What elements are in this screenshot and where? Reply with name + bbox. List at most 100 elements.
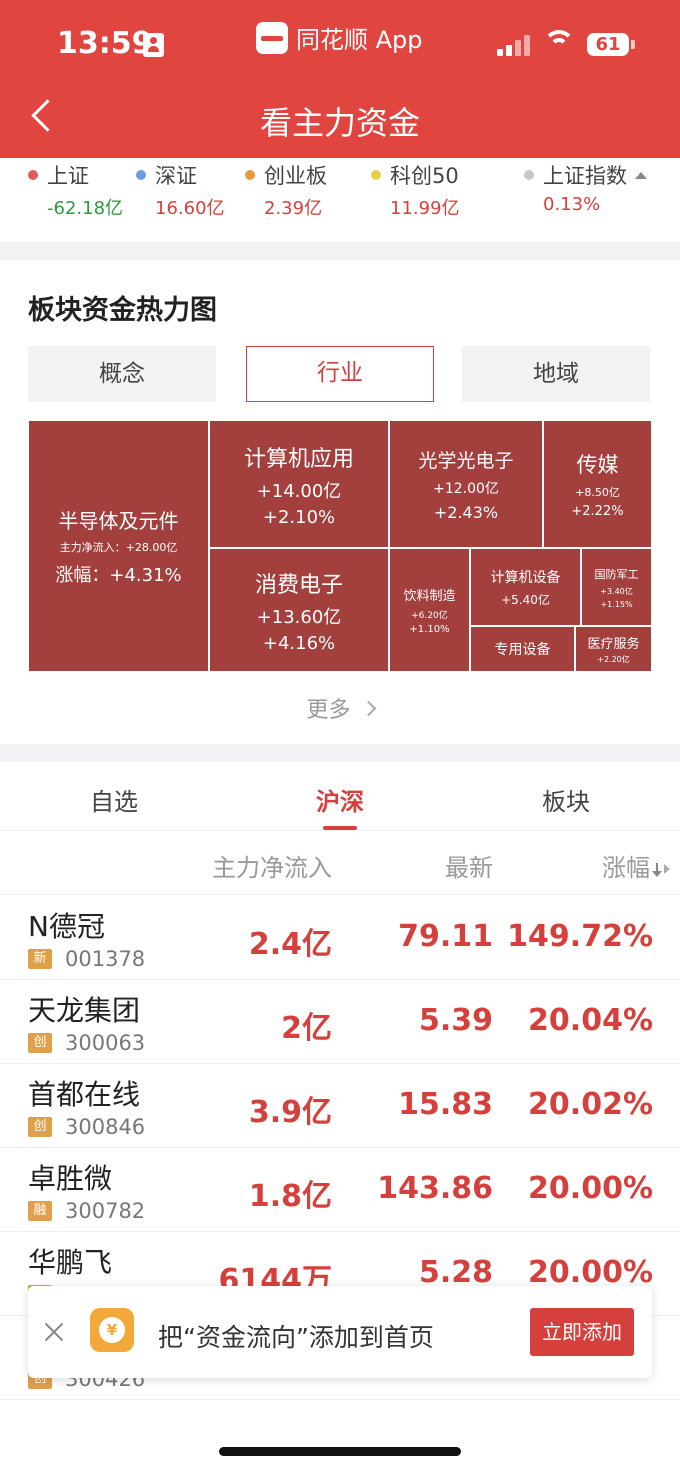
more-link[interactable]: 更多 <box>0 692 680 724</box>
stock-change: 20.00% <box>528 1171 653 1206</box>
tile-media[interactable]: 传媒 +8.50亿 +2.22% <box>543 420 652 548</box>
tab-concept[interactable]: 概念 <box>28 346 216 402</box>
tab-shanghai-shenzhen[interactable]: 沪深 <box>270 782 410 817</box>
index-item-shenzhen[interactable]: 深证 16.60亿 <box>136 158 225 220</box>
tile-flow: 主力净流入：+28.00亿 <box>59 541 178 554</box>
tile-name: 计算机设备 <box>490 569 561 586</box>
column-header-change-label: 涨幅 <box>602 854 650 882</box>
tile-name: 国防军工 <box>594 567 639 581</box>
index-name: 深证 <box>155 164 197 188</box>
table-row[interactable]: 首都在线 创 300846 3.9亿 15.83 20.02% <box>0 1063 680 1148</box>
tile-defense[interactable]: 国防军工 +3.40亿 +1.15% <box>581 548 652 626</box>
stock-change: 20.02% <box>528 1087 653 1122</box>
index-value: 16.60亿 <box>155 198 225 219</box>
stock-price: 5.28 <box>418 1255 493 1290</box>
table-row[interactable]: N德冠 新 001378 2.4亿 79.11 149.72% <box>0 895 680 980</box>
tile-special-equipment[interactable]: 专用设备 <box>470 626 575 672</box>
tile-semiconductor[interactable]: 半导体及元件 主力净流入：+28.00亿 涨幅：+4.31% <box>28 420 209 672</box>
yuan-glyph: ¥ <box>99 1317 125 1343</box>
market-tabs: 自选 沪深 板块 <box>0 762 680 831</box>
column-header-price[interactable]: 最新 <box>445 848 493 883</box>
tile-change: +1.15% <box>600 599 633 609</box>
table-row[interactable]: 天龙集团 创 300063 2亿 5.39 20.04% <box>0 979 680 1064</box>
add-now-button[interactable]: 立即添加 <box>530 1308 634 1356</box>
index-dot <box>28 170 38 180</box>
stock-name: 天龙集团 <box>28 994 141 1027</box>
battery-icon: 61 <box>587 33 629 56</box>
add-to-home-banner: ¥ 把“资金流向”添加到首页 立即添加 <box>28 1286 652 1378</box>
stock-net-flow: 2亿 <box>281 1011 332 1046</box>
tile-beverage[interactable]: 饮料制造 +6.20亿 +1.10% <box>389 548 470 672</box>
wifi-icon <box>543 30 575 54</box>
index-dot <box>136 170 146 180</box>
tile-computer-equipment[interactable]: 计算机设备 +5.40亿 <box>470 548 581 626</box>
stock-price: 5.39 <box>418 1003 493 1038</box>
stock-badge: 融 <box>28 1201 52 1221</box>
chevron-right-icon <box>360 700 376 716</box>
index-item-shanghai[interactable]: 上证 -62.18亿 <box>28 158 123 220</box>
index-name: 上证 <box>47 164 89 188</box>
close-icon[interactable] <box>42 1320 66 1344</box>
stock-net-flow: 3.9亿 <box>248 1095 332 1130</box>
status-app-label: 同花顺 App <box>296 26 423 54</box>
tile-name: 饮料制造 <box>403 589 456 604</box>
tile-flow: +12.00亿 <box>433 481 499 497</box>
stock-change: 20.00% <box>528 1255 653 1290</box>
stock-badge: 创 <box>28 1033 52 1053</box>
sort-desc-icon <box>652 863 662 877</box>
tile-computer-application[interactable]: 计算机应用 +14.00亿 +2.10% <box>209 420 389 548</box>
index-item-chinext[interactable]: 创业板 2.39亿 <box>245 158 327 220</box>
tile-name: 计算机应用 <box>243 446 354 472</box>
cell-signal-icon <box>497 34 531 56</box>
more-label: 更多 <box>306 698 351 723</box>
active-tab-indicator <box>323 826 357 830</box>
index-value: 2.39亿 <box>264 198 323 219</box>
index-name: 创业板 <box>264 164 327 188</box>
stock-name: 首都在线 <box>28 1078 141 1111</box>
stock-change: 149.72% <box>507 919 653 954</box>
stock-price: 15.83 <box>398 1087 493 1122</box>
index-value: 11.99亿 <box>390 198 460 219</box>
tile-flow: +5.40亿 <box>501 592 550 607</box>
scroll-right-icon <box>664 864 670 874</box>
status-app-indicator[interactable]: 同花顺 App <box>256 20 423 55</box>
tile-change: +1.10% <box>409 624 450 635</box>
tile-flow: +13.60亿 <box>256 606 342 628</box>
app-header: 13:59 同花顺 App 61 看主力资金 <box>0 0 680 158</box>
index-dot <box>245 170 255 180</box>
stock-name: N德冠 <box>28 910 105 943</box>
section-title: 板块资金热力图 <box>28 295 217 326</box>
status-time: 13:59 <box>57 26 153 61</box>
index-dot <box>524 170 534 180</box>
home-indicator[interactable] <box>219 1447 461 1456</box>
tile-flow: +14.00亿 <box>256 480 342 502</box>
tile-consumer-electronics[interactable]: 消费电子 +13.60亿 +4.16% <box>209 548 389 672</box>
index-item-composite[interactable]: 上证指数 0.13% <box>524 158 647 215</box>
index-name: 科创50 <box>390 164 459 188</box>
stock-badge: 新 <box>28 949 52 969</box>
tab-industry[interactable]: 行业 <box>246 346 434 402</box>
stock-net-flow: 2.4亿 <box>248 927 332 962</box>
tab-watchlist[interactable]: 自选 <box>44 782 184 817</box>
collapse-caret-icon[interactable] <box>635 171 647 179</box>
index-item-star50[interactable]: 科创50 11.99亿 <box>371 158 460 220</box>
index-value: -62.18亿 <box>47 198 124 219</box>
tile-name: 医疗服务 <box>587 637 640 652</box>
tab-region[interactable]: 地域 <box>462 346 650 402</box>
tile-change: 涨幅：+4.31% <box>55 565 182 586</box>
tab-sector[interactable]: 板块 <box>496 782 636 817</box>
tile-change: +2.10% <box>262 506 336 528</box>
stock-name: 卓胜微 <box>28 1162 113 1195</box>
page-title: 看主力资金 <box>259 104 420 142</box>
tile-name: 传媒 <box>576 453 619 477</box>
tile-medical-services[interactable]: 医疗服务 +2.20亿 <box>575 626 652 672</box>
tile-change: +4.16% <box>262 632 336 654</box>
column-header-change[interactable]: 涨幅 <box>602 848 670 883</box>
index-dot <box>371 170 381 180</box>
tile-optoelectronics[interactable]: 光学光电子 +12.00亿 +2.43% <box>389 420 543 548</box>
stock-code: 300846 <box>65 1115 146 1139</box>
table-row[interactable]: 卓胜微 融 300782 1.8亿 143.86 20.00% <box>0 1147 680 1232</box>
stock-net-flow: 1.8亿 <box>248 1179 332 1214</box>
tile-flow: +6.20亿 <box>411 611 448 621</box>
column-header-flow[interactable]: 主力净流入 <box>212 848 332 883</box>
